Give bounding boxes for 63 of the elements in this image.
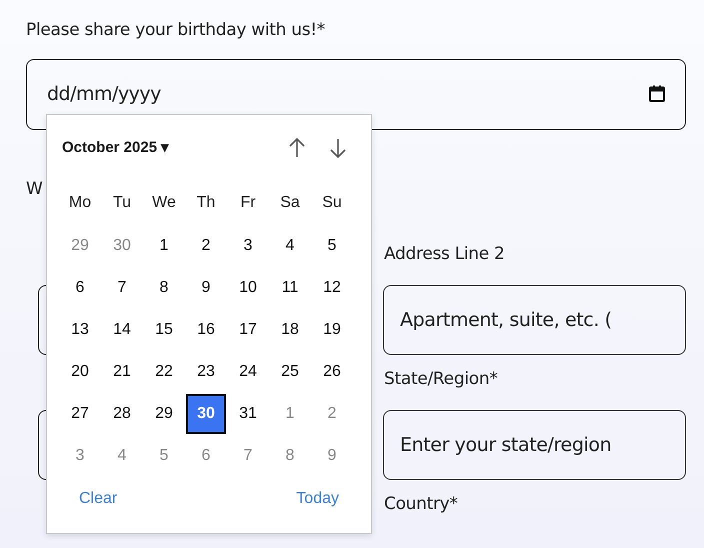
day-cell[interactable]: 14 <box>102 310 142 350</box>
day-cell[interactable]: 11 <box>270 268 310 308</box>
day-cell[interactable]: 27 <box>60 394 100 434</box>
day-cell[interactable]: 5 <box>144 436 184 476</box>
day-cell[interactable]: 3 <box>60 436 100 476</box>
input-field[interactable]: Enter your state/region <box>383 410 686 480</box>
day-cell[interactable]: 18 <box>270 310 310 350</box>
day-cell[interactable]: 8 <box>270 436 310 476</box>
day-cell[interactable]: 22 <box>144 352 184 392</box>
weekday-label: Tu <box>112 193 132 213</box>
day-cell[interactable]: 9 <box>312 436 352 476</box>
day-cell[interactable]: 6 <box>60 268 100 308</box>
day-cell[interactable]: 4 <box>102 436 142 476</box>
day-cell[interactable]: 7 <box>102 268 142 308</box>
month-dropdown[interactable]: October 2025 ▾ <box>62 136 170 160</box>
day-cell[interactable]: 17 <box>228 310 268 350</box>
weekday-label: Sa <box>279 193 301 213</box>
date-field[interactable]: dd/mm/yyyy <box>26 58 686 130</box>
day-cell[interactable]: 3 <box>228 226 268 266</box>
weekday-label: Fr <box>239 193 257 213</box>
day-cell[interactable]: 8 <box>144 268 184 308</box>
day-cell[interactable]: 29 <box>60 226 100 266</box>
input-field[interactable]: Apartment, suite, etc. ( <box>383 285 686 355</box>
day-cell[interactable]: 6 <box>186 436 226 476</box>
field-label: Please share your birthday with us!* <box>26 19 325 42</box>
day-cell[interactable]: 10 <box>228 268 268 308</box>
weekday-label: Th <box>196 193 216 213</box>
day-cell[interactable]: 1 <box>144 226 184 266</box>
day-cell[interactable]: 1 <box>270 394 310 434</box>
today-button[interactable]: Today <box>296 487 339 511</box>
day-cell[interactable]: 20 <box>60 352 100 392</box>
day-cell[interactable]: 23 <box>186 352 226 392</box>
day-cell[interactable]: 7 <box>228 436 268 476</box>
day-cell[interactable]: 29 <box>144 394 184 434</box>
day-cell[interactable]: 28 <box>102 394 142 434</box>
calendar-icon[interactable] <box>648 84 666 102</box>
day-cell[interactable]: 13 <box>60 310 100 350</box>
weekday-label: We <box>151 193 177 213</box>
weekday-label: Su <box>321 193 343 213</box>
day-cell[interactable]: 9 <box>186 268 226 308</box>
field-label: Country* <box>384 494 458 514</box>
day-cell[interactable]: 2 <box>312 394 352 434</box>
day-cell[interactable]: 12 <box>312 268 352 308</box>
day-cell[interactable]: 2 <box>186 226 226 266</box>
day-cell[interactable]: 25 <box>270 352 310 392</box>
day-cell[interactable]: 21 <box>102 352 142 392</box>
arrow-up-icon[interactable] <box>288 137 306 159</box>
day-cell[interactable]: 15 <box>144 310 184 350</box>
day-cell[interactable]: 26 <box>312 352 352 392</box>
section-title: W <box>26 178 43 200</box>
day-cell[interactable]: 4 <box>270 226 310 266</box>
clear-button[interactable]: Clear <box>79 487 118 511</box>
day-cell[interactable]: 30 <box>102 226 142 266</box>
arrow-down-icon[interactable] <box>329 137 347 159</box>
day-cell[interactable]: 24 <box>228 352 268 392</box>
day-cell[interactable]: 19 <box>312 310 352 350</box>
weekday-label: Mo <box>68 193 92 213</box>
day-cell[interactable]: 5 <box>312 226 352 266</box>
day-cell[interactable]: 16 <box>186 310 226 350</box>
field-label: State/Region* <box>384 369 498 389</box>
day-cell[interactable]: 30 <box>186 394 226 434</box>
field-label: Address Line 2 <box>384 244 505 264</box>
day-cell[interactable]: 31 <box>228 394 268 434</box>
